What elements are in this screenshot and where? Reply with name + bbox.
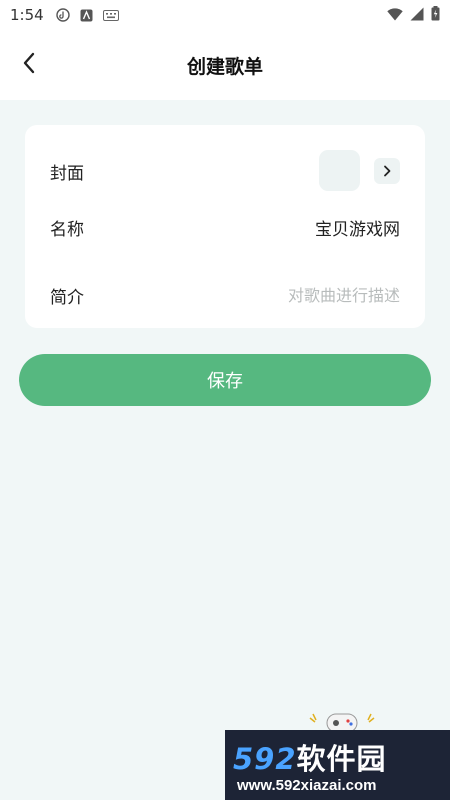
wifi-icon <box>387 6 403 25</box>
cover-row: 封面 <box>25 150 425 192</box>
battery-icon <box>431 5 440 25</box>
cover-thumbnail[interactable] <box>319 150 360 191</box>
cover-label: 封面 <box>50 163 84 184</box>
watermark-brand-number: 592 <box>233 742 297 776</box>
watermark-brand: 592软件园 <box>233 736 387 778</box>
playlist-name-input[interactable] <box>180 212 400 242</box>
chevron-left-icon <box>22 52 36 78</box>
signal-icon <box>410 6 424 25</box>
cover-select-button[interactable] <box>374 158 400 184</box>
back-button[interactable] <box>14 50 44 80</box>
intro-row: 简介 <box>25 275 425 315</box>
watermark-url: www.592xiazai.com <box>237 777 377 794</box>
watermark: 592软件园 www.592xiazai.com <box>225 700 450 800</box>
tiktok-icon <box>55 8 70 22</box>
page-title: 创建歌单 <box>186 55 263 78</box>
status-time: 1:54 <box>10 6 44 24</box>
status-bar: 1:54 <box>0 0 450 30</box>
playlist-form-card: 封面 名称 简介 <box>25 125 425 328</box>
keyboard-icon <box>102 9 119 21</box>
save-button[interactable]: 保存 <box>19 354 431 406</box>
watermark-brand-text: 软件园 <box>296 742 387 776</box>
name-row: 名称 <box>25 207 425 247</box>
navigation-bar: 创建歌单 <box>0 30 450 100</box>
android-icon <box>80 9 93 22</box>
chevron-right-icon <box>383 162 391 181</box>
name-label: 名称 <box>50 219 84 240</box>
intro-label: 简介 <box>50 287 84 308</box>
playlist-description-input[interactable] <box>180 280 400 310</box>
